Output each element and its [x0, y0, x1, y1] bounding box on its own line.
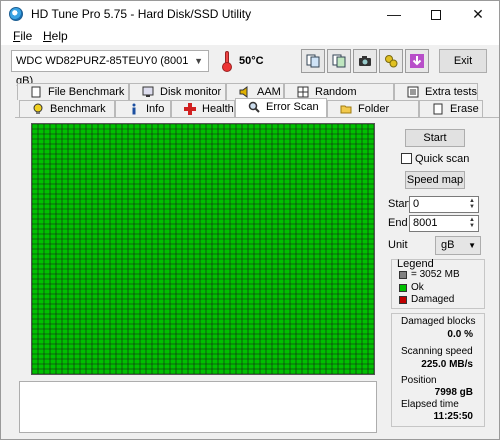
thermometer-icon [221, 51, 233, 72]
drive-select[interactable]: WDC WD82PURZ-85TEUY0 (8001 gB) ▼ [11, 50, 209, 87]
chevron-down-icon: ▼ [194, 56, 203, 66]
folder-icon [340, 105, 352, 114]
tab-disk-monitor[interactable]: Disk monitor [129, 83, 226, 100]
temperature-value: 50°C [239, 55, 264, 67]
elapsed-time-value: 11:25:50 [433, 411, 473, 422]
start-label: Start [388, 198, 412, 210]
legend-swatch-damaged [399, 296, 407, 304]
end-input[interactable]: 8001 ▲ ▼ [409, 215, 479, 232]
speed-map-button[interactable]: Speed map [405, 171, 465, 189]
scan-log[interactable] [19, 381, 377, 433]
lightbulb-icon [33, 103, 43, 114]
quick-scan-label: Quick scan [415, 153, 470, 165]
close-button[interactable]: ✕ [461, 1, 495, 27]
title-bar[interactable]: HD Tune Pro 5.75 - Hard Disk/SSD Utility… [1, 1, 499, 27]
start-input[interactable]: 0 ▲ ▼ [409, 196, 479, 213]
maximize-button[interactable] [419, 1, 453, 27]
exit-button[interactable]: Exit [439, 49, 487, 73]
end-label: End [388, 217, 408, 229]
gear-icon [385, 55, 398, 68]
copy-all-button[interactable] [327, 49, 351, 73]
app-icon [9, 7, 23, 21]
minimize-button[interactable]: — [377, 1, 411, 27]
camera-icon [359, 56, 371, 66]
unit-label: Unit [388, 239, 408, 251]
tab-folder-usage[interactable]: Folder Usage [327, 100, 419, 131]
tab-health[interactable]: Health [171, 100, 235, 117]
monitor-icon [142, 86, 154, 97]
start-spinner[interactable]: ▲ ▼ [467, 198, 477, 211]
copy-info-button[interactable] [301, 49, 325, 73]
damaged-blocks-value: 0.0 % [447, 329, 473, 340]
info-icon [132, 103, 136, 115]
tab-info[interactable]: Info [115, 100, 171, 117]
download-icon [410, 54, 424, 68]
checklist-icon [407, 86, 419, 98]
scanning-speed-value: 225.0 MB/s [421, 359, 473, 370]
legend-swatch-block [399, 271, 407, 279]
toolbar: WDC WD82PURZ-85TEUY0 (8001 gB) ▼ 50°C Ex… [1, 45, 499, 87]
block-map [31, 123, 375, 375]
damaged-blocks-label: Damaged blocks [401, 316, 476, 327]
end-spinner[interactable]: ▲ ▼ [467, 217, 477, 230]
tab-error-scan[interactable]: Error Scan [235, 98, 327, 117]
save-button[interactable] [405, 49, 429, 73]
menu-bar: File Help [1, 27, 499, 45]
window-title: HD Tune Pro 5.75 - Hard Disk/SSD Utility [31, 7, 252, 21]
position-label: Position [401, 375, 437, 386]
quick-scan-checkbox[interactable] [401, 153, 412, 164]
scanning-speed-label: Scanning speed [401, 346, 473, 357]
speaker-icon [239, 86, 248, 98]
legend-item-ok: Ok [411, 282, 424, 293]
legend-item-damaged: Damaged [411, 294, 455, 305]
start-scan-button[interactable]: Start [405, 129, 465, 147]
tab-erase[interactable]: Erase [419, 100, 483, 117]
chevron-down-icon: ▼ [468, 241, 476, 250]
tab-extra-tests[interactable]: Extra tests [394, 83, 478, 100]
unit-select[interactable]: gB ▼ [435, 236, 481, 255]
copy-icon [306, 54, 320, 68]
grid-icon [297, 86, 309, 98]
magnifier-icon [248, 101, 260, 113]
copy-all-icon [332, 54, 346, 68]
menu-file[interactable]: File [13, 29, 32, 43]
screenshot-button[interactable] [353, 49, 377, 73]
tab-file-benchmark[interactable]: File Benchmark [17, 83, 129, 100]
elapsed-time-label: Elapsed time [401, 399, 459, 410]
legend-swatch-ok [399, 284, 407, 292]
erase-icon [433, 103, 443, 115]
options-button[interactable] [379, 49, 403, 73]
legend-item-block-size: = 3052 MB [411, 269, 460, 280]
tab-benchmark[interactable]: Benchmark [19, 100, 115, 117]
position-value: 7998 gB [434, 387, 473, 398]
menu-help[interactable]: Help [43, 29, 68, 43]
block-map-grid [32, 124, 374, 374]
file-icon [31, 86, 41, 98]
health-cross-icon [184, 103, 196, 115]
app-window: HD Tune Pro 5.75 - Hard Disk/SSD Utility… [0, 0, 500, 440]
